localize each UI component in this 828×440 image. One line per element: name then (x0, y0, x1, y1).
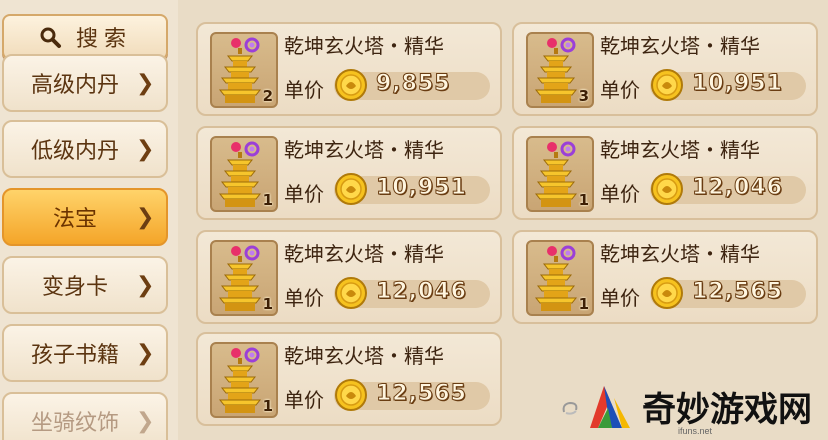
item-thumbnail: 1 (210, 136, 278, 212)
item-quantity: 1 (262, 295, 273, 313)
sidebar-item-mount-ornament[interactable]: 坐骑纹饰 ❯ (2, 392, 168, 440)
chevron-right-icon: ❯ (136, 340, 155, 366)
price-label: 单价 (284, 286, 324, 310)
search-icon (40, 27, 61, 48)
coin-icon (651, 277, 683, 309)
sidebar-item-label: 低级内丹 (30, 139, 119, 164)
item-quantity: 1 (578, 295, 589, 313)
item-thumbnail: 1 (526, 240, 594, 316)
item-quantity: 1 (262, 397, 273, 415)
item-thumbnail: 1 (210, 342, 278, 418)
chevron-right-icon: ❯ (136, 136, 155, 162)
item-thumbnail: 3 (526, 32, 594, 108)
listing-card[interactable]: 3 乾坤玄火塔・精华 单价 10,951 (512, 22, 818, 116)
item-name: 乾坤玄火塔・精华 (284, 344, 444, 368)
listing-card[interactable]: 1 乾坤玄火塔・精华 单价 12,565 (196, 332, 502, 426)
sidebar-item-label: 法宝 (52, 207, 97, 232)
chevron-right-icon: ❯ (136, 70, 155, 96)
coin-icon (335, 379, 367, 411)
swirl-icon (562, 401, 578, 415)
sidebar-item-label: 孩子书籍 (30, 343, 119, 368)
watermark-text: 奇妙游戏网 (642, 390, 812, 430)
chevron-right-icon: ❯ (136, 272, 155, 298)
item-name: 乾坤玄火塔・精华 (600, 242, 760, 266)
listing-card[interactable]: 2 乾坤玄火塔・精华 单价 9,855 (196, 22, 502, 116)
chevron-right-icon: ❯ (136, 204, 155, 230)
watermark: 奇妙游戏网 ifuns.net (560, 370, 828, 440)
watermark-logo-icon (590, 386, 630, 428)
item-quantity: 1 (262, 191, 273, 209)
price-value: 12,565 (376, 381, 467, 407)
price-label: 单价 (600, 286, 640, 310)
sidebar-item-transform-card[interactable]: 变身卡 ❯ (2, 256, 168, 314)
listing-card[interactable]: 1 乾坤玄火塔・精华 单价 12,046 (196, 230, 502, 324)
price-value: 9,855 (376, 71, 451, 97)
item-quantity: 2 (262, 87, 273, 105)
search-label: 搜索 (75, 27, 132, 52)
sidebar-item-basic-core[interactable]: 低级内丹 ❯ (2, 120, 168, 178)
sidebar-item-label: 变身卡 (41, 275, 108, 300)
price-label: 单价 (600, 182, 640, 206)
item-name: 乾坤玄火塔・精华 (600, 34, 760, 58)
sidebar-item-treasure[interactable]: 法宝 ❯ (2, 188, 168, 246)
coin-icon (335, 69, 367, 101)
price-value: 12,046 (692, 175, 783, 201)
item-name: 乾坤玄火塔・精华 (284, 34, 444, 58)
sidebar-item-advanced-core[interactable]: 高级内丹 ❯ (2, 54, 168, 112)
item-quantity: 3 (578, 87, 589, 105)
price-value: 12,046 (376, 279, 467, 305)
price-value: 12,565 (692, 279, 783, 305)
item-name: 乾坤玄火塔・精华 (284, 242, 444, 266)
item-thumbnail: 1 (526, 136, 594, 212)
price-value: 10,951 (692, 71, 783, 97)
watermark-subtext: ifuns.net (678, 426, 713, 436)
coin-icon (335, 277, 367, 309)
item-thumbnail: 1 (210, 240, 278, 316)
item-name: 乾坤玄火塔・精华 (600, 138, 760, 162)
listing-card[interactable]: 1 乾坤玄火塔・精华 单价 10,951 (196, 126, 502, 220)
item-thumbnail: 2 (210, 32, 278, 108)
item-quantity: 1 (578, 191, 589, 209)
price-value: 10,951 (376, 175, 467, 201)
listing-card[interactable]: 1 乾坤玄火塔・精华 单价 12,565 (512, 230, 818, 324)
sidebar-item-child-books[interactable]: 孩子书籍 ❯ (2, 324, 168, 382)
sidebar-item-label: 坐骑纹饰 (30, 411, 119, 436)
category-sidebar: 搜索 高级内丹 ❯ 低级内丹 ❯ 法宝 ❯ 变身卡 ❯ 孩子书籍 ❯ 坐骑纹饰 … (0, 0, 178, 440)
coin-icon (651, 69, 683, 101)
coin-icon (651, 173, 683, 205)
listing-card[interactable]: 1 乾坤玄火塔・精华 单价 12,046 (512, 126, 818, 220)
sidebar-item-label: 高级内丹 (30, 73, 119, 98)
coin-icon (335, 173, 367, 205)
price-label: 单价 (600, 78, 640, 102)
price-label: 单价 (284, 182, 324, 206)
price-label: 单价 (284, 388, 324, 412)
item-name: 乾坤玄火塔・精华 (284, 138, 444, 162)
price-label: 单价 (284, 78, 324, 102)
chevron-right-icon: ❯ (136, 408, 155, 434)
